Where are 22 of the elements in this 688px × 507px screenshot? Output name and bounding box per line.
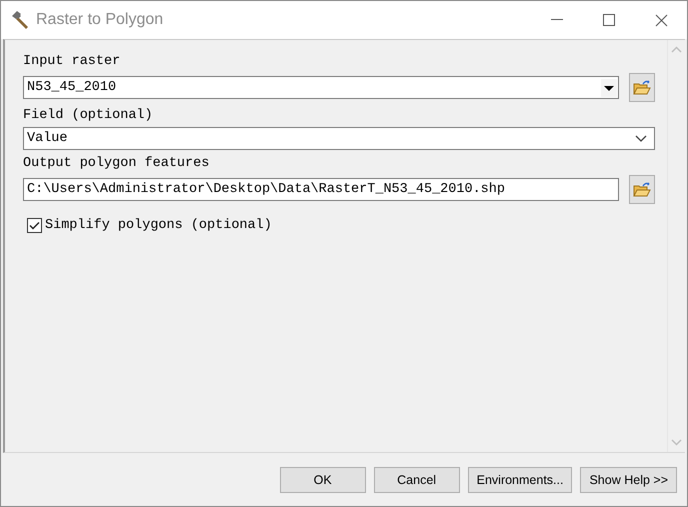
browse-button[interactable]	[629, 73, 655, 102]
open-folder-icon	[633, 80, 651, 96]
dialog-button[interactable]: Cancel	[374, 466, 460, 492]
combo-box[interactable]: N53_45_2010	[23, 76, 619, 99]
window-title: Raster to Polygon	[36, 11, 164, 29]
chevron-down-icon[interactable]	[635, 134, 647, 142]
checkbox[interactable]	[27, 218, 42, 233]
close-icon[interactable]	[654, 14, 668, 26]
field-label: Input raster	[23, 54, 122, 70]
hammer-icon	[10, 10, 30, 30]
input-field[interactable]: C:\Users\Administrator\Desktop\Data\RasterT_N53_45_2010.shp	[23, 178, 619, 201]
browse-button[interactable]	[629, 175, 655, 204]
dropdown[interactable]: Value	[23, 127, 655, 150]
checkbox-label: Simplify polygons (optional)	[45, 218, 272, 233]
dialog-button[interactable]: Environments...	[468, 466, 572, 492]
field-label: Output polygon features	[23, 156, 210, 172]
dialog-button[interactable]: Show Help >>	[580, 466, 677, 492]
minimize-icon[interactable]	[551, 19, 563, 21]
open-folder-icon	[633, 182, 651, 198]
field-label: Field (optional)	[23, 108, 154, 124]
maximize-icon[interactable]	[603, 14, 615, 26]
dialog-button[interactable]: OK	[280, 466, 366, 492]
